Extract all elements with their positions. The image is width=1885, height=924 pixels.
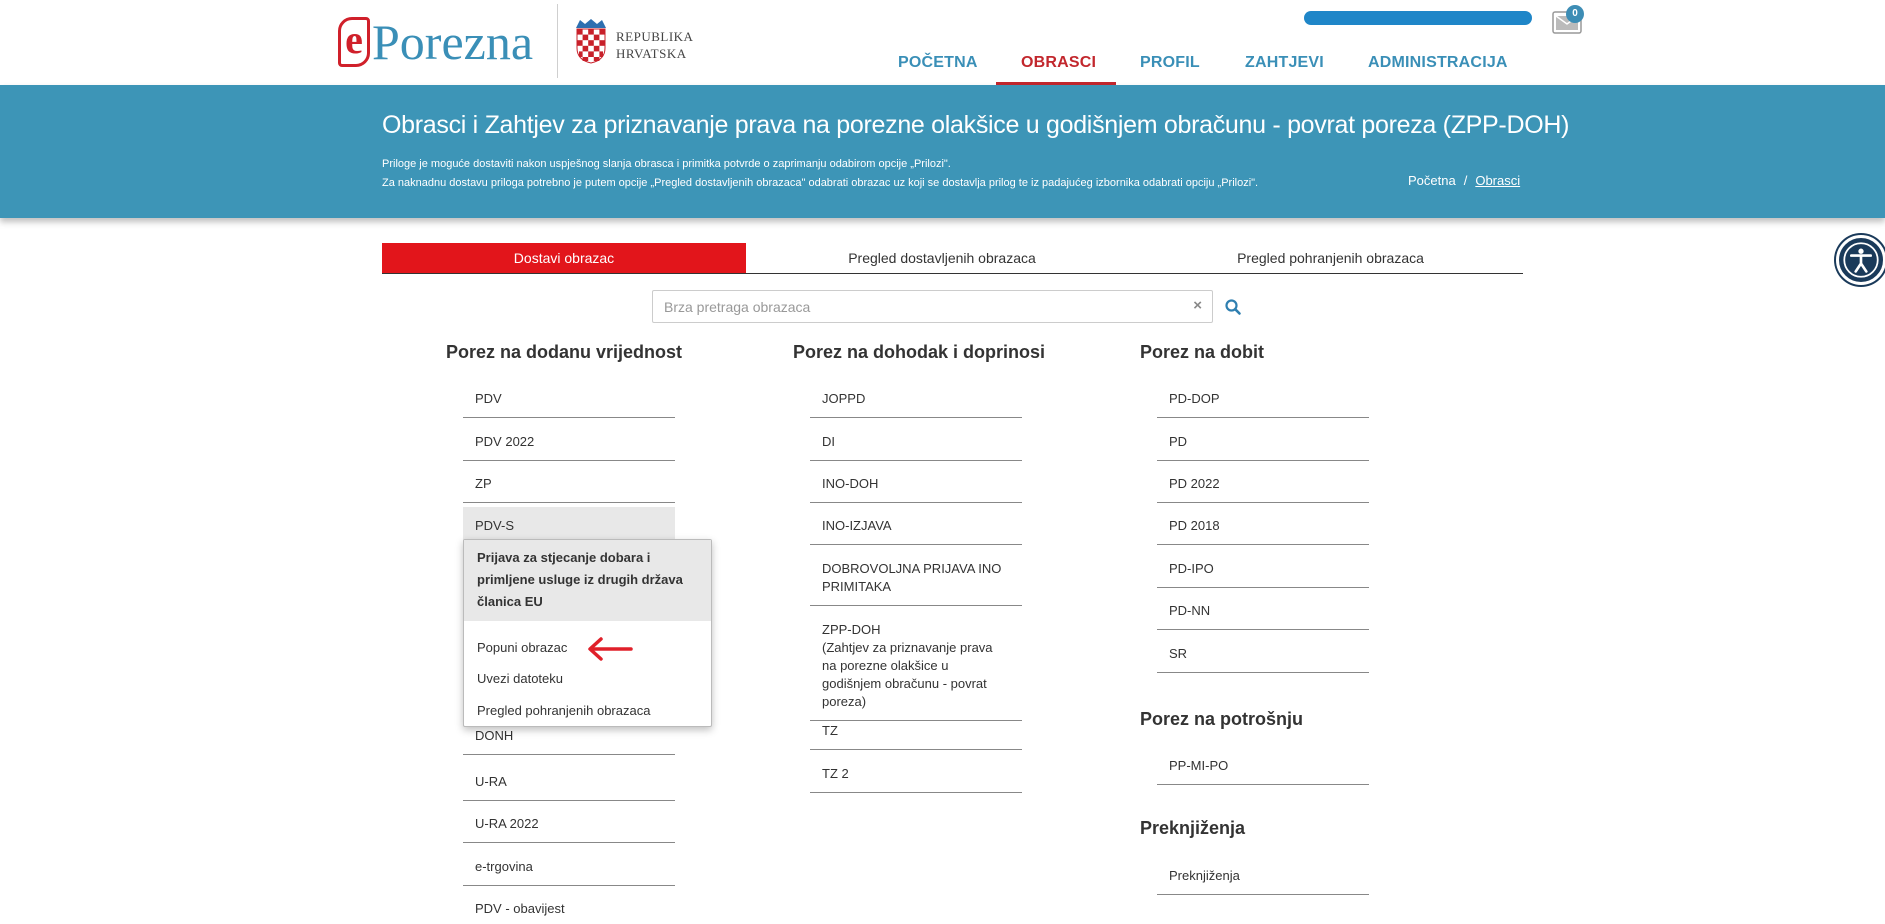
form-link-tz-2[interactable]: TZ 2 (810, 755, 1022, 793)
search-input[interactable] (653, 291, 1173, 322)
nav-zahtjevi[interactable]: ZAHTJEVI (1245, 54, 1324, 72)
form-link-pp-mi-po[interactable]: PP-MI-PO (1157, 747, 1369, 785)
form-link-e-trgovina[interactable]: e-trgovina (463, 848, 675, 886)
page-title: Obrasci i Zahtjev za priznavanje prava n… (382, 111, 1570, 139)
form-link-pd-ipo[interactable]: PD-IPO (1157, 550, 1369, 588)
page-banner: Obrasci i Zahtjev za priznavanje prava n… (0, 85, 1885, 218)
form-link-pdv-2022[interactable]: PDV 2022 (463, 423, 675, 461)
zpp-doh-description: (Zahtjev za priznavanje prava na porezne… (822, 640, 993, 709)
form-link-zpp-doh[interactable]: ZPP-DOH (Zahtjev za priznavanje prava na… (810, 611, 1022, 721)
republic-line-1: REPUBLIKA (616, 29, 694, 44)
form-link-ino-doh[interactable]: INO-DOH (810, 465, 1022, 503)
section-title-vat: Porez na dodanu vrijednost (446, 342, 683, 362)
form-link-preknjizenja[interactable]: Preknjiženja (1157, 857, 1369, 895)
section-title-income: Porez na dohodak i doprinosi (793, 342, 1046, 362)
form-link-ino-izjava[interactable]: INO-IZJAVA (810, 507, 1022, 545)
nav-profil[interactable]: PROFIL (1140, 54, 1200, 72)
form-search: × (652, 290, 1213, 323)
section-title-rebooking: Preknjiženja (1140, 818, 1246, 838)
attachment-note-line-1: Priloge je moguće dostaviti nakon uspješ… (382, 158, 951, 170)
mail-count-badge: 0 (1566, 5, 1584, 23)
form-link-pd[interactable]: PD (1157, 423, 1369, 461)
section-title-consumption: Porez na potrošnju (1140, 709, 1304, 729)
form-link-di[interactable]: DI (810, 423, 1022, 461)
form-link-pd-dop[interactable]: PD-DOP (1157, 380, 1369, 418)
form-link-pdv[interactable]: PDV (463, 380, 675, 418)
nav-obrasci[interactable]: OBRASCI (1021, 54, 1096, 72)
form-link-pd-nn[interactable]: PD-NN (1157, 592, 1369, 630)
form-link-sr[interactable]: SR (1157, 635, 1369, 673)
eporezna-logo[interactable]: e Porezna (338, 12, 533, 72)
user-info-bar[interactable] (1304, 11, 1532, 25)
tab-dostavi-obrazac[interactable]: Dostavi obrazac (382, 243, 746, 273)
clear-search-icon[interactable]: × (1193, 297, 1202, 314)
breadcrumb-current[interactable]: Obrasci (1475, 173, 1520, 188)
form-link-u-ra-2022[interactable]: U-RA 2022 (463, 805, 675, 843)
nav-administracija[interactable]: ADMINISTRACIJA (1368, 54, 1508, 72)
croatian-coat-of-arms-icon (576, 19, 606, 64)
form-link-pd-2018[interactable]: PD 2018 (1157, 507, 1369, 545)
pdv-s-dropdown-menu: Prijava za stjecanje dobara i primljene … (463, 539, 712, 727)
zpp-doh-label: ZPP-DOH (822, 622, 881, 637)
dropdown-heading: Prijava za stjecanje dobara i primljene … (464, 540, 711, 621)
attachment-note-line-2: Za naknadnu dostavu priloga potrebno je … (382, 177, 1259, 189)
form-link-pd-2022[interactable]: PD 2022 (1157, 465, 1369, 503)
logo-divider (557, 4, 558, 78)
attachment-note: Priloge je moguće dostaviti nakon uspješ… (382, 155, 1258, 193)
form-link-zp[interactable]: ZP (463, 465, 675, 503)
logo-e-mark: e (338, 17, 370, 67)
form-link-joppd[interactable]: JOPPD (810, 380, 1022, 418)
menu-item-pregled-pohranjenih[interactable]: Pregled pohranjenih obrazaca (477, 703, 650, 718)
republic-name: REPUBLIKA HRVATSKA (616, 28, 693, 62)
tab-pregled-dostavljenih[interactable]: Pregled dostavljenih obrazaca (746, 243, 1138, 273)
nav-pocetna[interactable]: POČETNA (898, 54, 978, 72)
breadcrumb-separator: / (1463, 173, 1468, 188)
tab-pregled-pohranjenih[interactable]: Pregled pohranjenih obrazaca (1138, 243, 1523, 273)
section-title-profit: Porez na dobit (1140, 342, 1265, 362)
site-header: e Porezna REPUBLIKA HRVATSKA 0 POČETNA O… (0, 0, 1885, 85)
republic-line-2: HRVATSKA (616, 46, 687, 61)
accessibility-icon[interactable] (1836, 235, 1885, 285)
search-icon[interactable] (1224, 298, 1242, 316)
menu-item-popuni-obrazac[interactable]: Popuni obrazac (477, 640, 567, 655)
form-tabs: Dostavi obrazac Pregled dostavljenih obr… (382, 243, 1523, 274)
form-link-dobrovoljna-prijava[interactable]: DOBROVOLJNA PRIJAVA INO PRIMITAKA (810, 550, 1022, 606)
breadcrumb: Početna / Obrasci (1408, 173, 1520, 188)
menu-item-uvezi-datoteku[interactable]: Uvezi datoteku (477, 671, 563, 686)
form-link-tz[interactable]: TZ (810, 712, 1022, 750)
form-link-u-ra[interactable]: U-RA (463, 763, 675, 801)
logo-wordmark: Porezna (372, 14, 534, 70)
breadcrumb-home[interactable]: Početna (1408, 173, 1456, 188)
red-arrow-icon (588, 637, 633, 661)
form-link-pdv-obavijest[interactable]: PDV - obavijest (463, 890, 675, 924)
